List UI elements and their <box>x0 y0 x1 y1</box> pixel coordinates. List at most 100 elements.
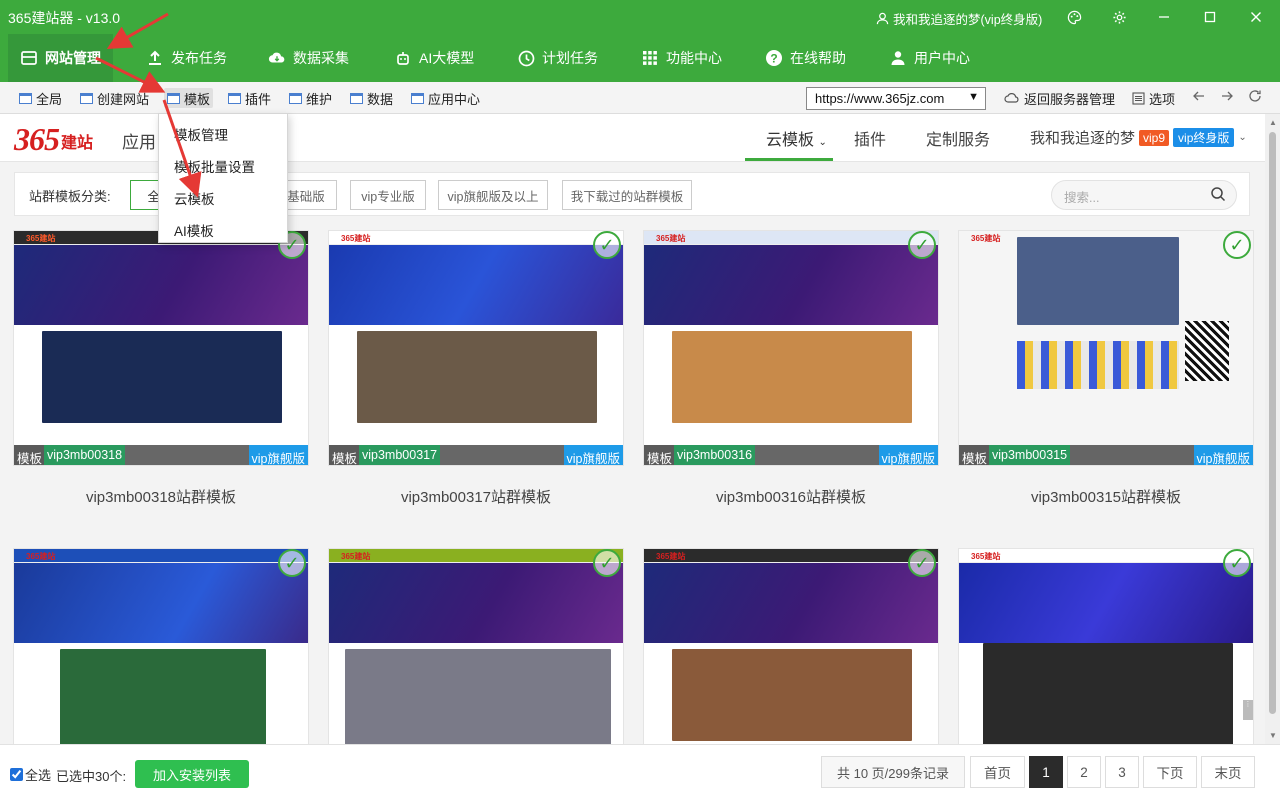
url-select-value: https://www.365jz.com <box>815 91 945 106</box>
card-title[interactable]: vip3mb00317站群模板 <box>328 486 624 507</box>
template-card[interactable]: 365建站 ✓ <box>328 548 624 744</box>
skin-button[interactable] <box>1062 6 1086 28</box>
tab-plugin[interactable]: 插件 <box>854 126 886 150</box>
template-card[interactable]: 365建站 ✓ 模板 vip3mb00317 vip旗舰版 vip3mb0031… <box>328 230 624 506</box>
toolbar-create-site[interactable]: 创建网站 <box>77 88 152 108</box>
toolbar-template[interactable]: 模板 <box>164 88 214 108</box>
toolbar-plugin[interactable]: 插件 <box>225 88 274 108</box>
menu-item-template-batch[interactable]: 模板批量设置 <box>159 149 287 181</box>
scroll-down-icon[interactable]: ▼ <box>1269 731 1277 740</box>
select-all-checkbox[interactable]: 全选 <box>10 765 51 784</box>
checkmark-icon[interactable]: ✓ <box>593 549 621 577</box>
checkmark-icon[interactable]: ✓ <box>908 231 936 259</box>
filter-downloaded-button[interactable]: 我下载过的站群模板 <box>562 180 692 210</box>
cloud-server-icon <box>1004 93 1019 103</box>
nav-publish-task[interactable]: 发布任务 <box>146 34 227 82</box>
filter-label: 站群模板分类: <box>29 189 111 204</box>
menu-item-ai-template[interactable]: AI模板 <box>159 213 287 245</box>
toolbar-label: 创建网站 <box>97 91 150 107</box>
toolbar-global[interactable]: 全局 <box>16 88 65 108</box>
forward-arrow-button[interactable] <box>1220 89 1234 103</box>
search-placeholder: 搜索... <box>1064 191 1100 205</box>
close-button[interactable] <box>1244 6 1268 28</box>
scroll-up-icon[interactable]: ▲ <box>1269 118 1277 127</box>
add-to-install-list-button[interactable]: 加入安装列表 <box>135 760 249 788</box>
thumbnail-table <box>1017 341 1179 389</box>
scrollbar-thumb[interactable] <box>1269 132 1276 714</box>
nav-ai-model[interactable]: AI大模型 <box>394 34 474 82</box>
active-tab-indicator <box>745 158 833 161</box>
cloud-download-icon <box>268 49 286 67</box>
type-badge: 模板 <box>329 445 361 465</box>
minimize-button[interactable] <box>1152 6 1176 28</box>
minimize-icon <box>1159 16 1169 18</box>
filter-vip-flagship-button[interactable]: vip旗舰版及以上 <box>438 180 548 210</box>
select-all-input[interactable] <box>10 768 23 781</box>
checkmark-icon[interactable]: ✓ <box>1223 549 1251 577</box>
template-card[interactable]: 365建站 ✓ <box>958 548 1254 744</box>
header-user-menu[interactable]: 我和我追逐的梦 vip9 vip终身版 ⌄ <box>1030 127 1247 148</box>
page-button[interactable]: 2 <box>1067 756 1101 788</box>
toolbar-data[interactable]: 数据 <box>347 88 396 108</box>
toolbar-app-center[interactable]: 应用中心 <box>408 88 483 108</box>
first-page-button[interactable]: 首页 <box>970 756 1025 788</box>
card-title[interactable]: vip3mb00316站群模板 <box>643 486 939 507</box>
thumbnail-banner <box>644 245 938 325</box>
nav-website-management[interactable]: 网站管理 <box>8 34 113 82</box>
template-card[interactable]: 365建站 ✓ <box>13 548 309 744</box>
sub-toolbar: 全局 创建网站 模板 插件 维护 数据 应用中心 https://www.365… <box>0 82 1280 114</box>
nav-online-help[interactable]: ? 在线帮助 <box>765 34 846 82</box>
template-search-input[interactable]: 搜索... <box>1051 180 1237 210</box>
next-page-button[interactable]: 下页 <box>1143 756 1197 788</box>
menu-item-cloud-template[interactable]: 云模板 <box>159 181 287 213</box>
nav-user-center[interactable]: 用户中心 <box>889 34 970 82</box>
nav-scheduled-task[interactable]: 计划任务 <box>517 34 598 82</box>
thumbnail-banner <box>14 563 308 643</box>
website-icon <box>20 49 38 67</box>
template-card[interactable]: 365建站 ✓ 模板 vip3mb00315 vip旗舰版 vip3mb0031… <box>958 230 1254 506</box>
checkmark-icon[interactable]: ✓ <box>1223 231 1251 259</box>
template-card[interactable]: 365建站 ✓ 模板 vip3mb00316 vip旗舰版 vip3mb0031… <box>643 230 939 506</box>
filter-vip-pro-button[interactable]: vip专业版 <box>350 180 426 210</box>
side-handle[interactable]: ⋮ <box>1243 700 1253 720</box>
nav-data-collection[interactable]: 数据采集 <box>268 34 349 82</box>
user-account[interactable]: 我和我追逐的梦(vip终身版) <box>876 9 1042 28</box>
card-badges: 模板 vip3mb00316 vip旗舰版 <box>644 445 938 465</box>
page-button[interactable]: 1 <box>1029 756 1063 788</box>
refresh-button[interactable] <box>1248 89 1262 103</box>
checkmark-icon[interactable]: ✓ <box>908 549 936 577</box>
back-server-button[interactable]: 返回服务器管理 <box>1004 89 1115 108</box>
card-title[interactable]: vip3mb00315站群模板 <box>958 486 1254 507</box>
filter-button-label: 基础版 <box>287 189 325 204</box>
maximize-button[interactable] <box>1198 6 1222 28</box>
vertical-scrollbar[interactable]: ▲ ▼ <box>1265 114 1280 744</box>
help-icon: ? <box>765 49 783 67</box>
options-button[interactable]: 选项 <box>1132 89 1175 108</box>
thumbnail-photo <box>42 331 282 423</box>
arrow-right-icon <box>1222 91 1233 101</box>
url-select[interactable]: https://www.365jz.com ▼ <box>806 87 986 110</box>
arrow-left-icon <box>1193 91 1204 101</box>
robot-icon <box>394 49 412 67</box>
template-thumbnail: 365建站 ✓ 模板 vip3mb00315 vip旗舰版 <box>958 230 1254 466</box>
thumbnail-photo <box>672 331 912 423</box>
tab-cloud-template[interactable]: 云模板 ⌄ <box>766 126 827 150</box>
last-page-button[interactable]: 末页 <box>1201 756 1255 788</box>
template-card[interactable]: 365建站 ✓ <box>643 548 939 744</box>
settings-button[interactable] <box>1107 6 1131 28</box>
tab-custom-service[interactable]: 定制服务 <box>926 126 990 150</box>
checkmark-icon[interactable]: ✓ <box>278 549 306 577</box>
level-badge: vip旗舰版 <box>248 445 308 465</box>
checkmark-icon[interactable]: ✓ <box>593 231 621 259</box>
nav-function-center[interactable]: 功能中心 <box>641 34 722 82</box>
page-button[interactable]: 3 <box>1105 756 1139 788</box>
toolbar-maintenance[interactable]: 维护 <box>286 88 335 108</box>
thumbnail-banner <box>14 245 308 325</box>
back-arrow-button[interactable] <box>1192 89 1206 103</box>
card-title[interactable]: vip3mb00318站群模板 <box>13 486 309 507</box>
upload-icon <box>146 49 164 67</box>
toolbar-label: 维护 <box>306 91 333 107</box>
title-bar: 365建站器 - v13.0 我和我追逐的梦(vip终身版) <box>0 0 1280 34</box>
menu-item-template-manage[interactable]: 模板管理 <box>159 117 287 149</box>
template-card[interactable]: 365建站 ✓ 模板 vip3mb00318 vip旗舰版 vip3mb0031… <box>13 230 309 506</box>
